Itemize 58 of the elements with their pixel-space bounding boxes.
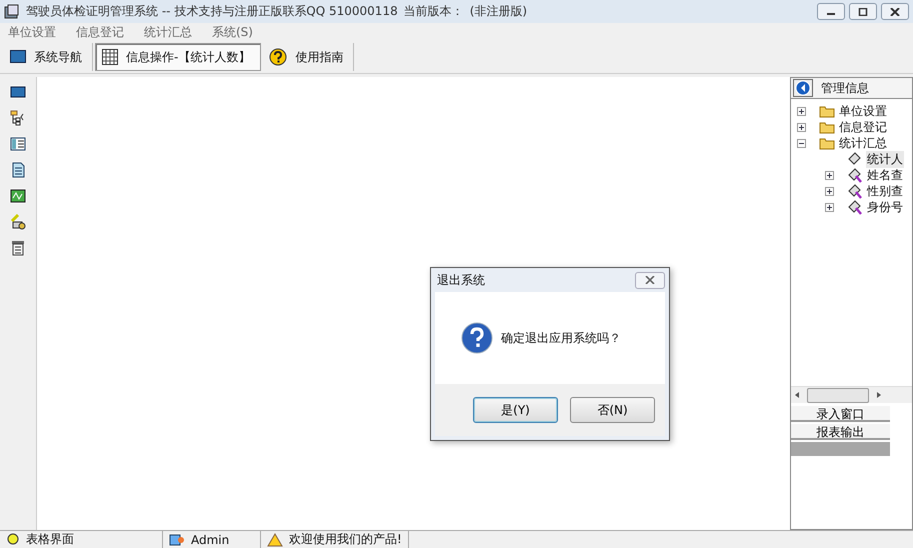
toolbar-button[interactable]: 信息操作-【统计人数】 [95,43,262,71]
toolbar-button[interactable]: 系统导航 [4,43,93,71]
close-button[interactable] [635,272,665,288]
status-text: 欢迎使用我们的产品! [289,531,402,548]
edit-tool-button[interactable] [9,211,27,232]
tree-item[interactable]: 姓名查 [866,166,904,184]
dialog-button[interactable]: 是(Y) [473,397,558,423]
close-icon [645,276,655,284]
user-icon [169,532,185,546]
maximize-button[interactable] [849,3,877,20]
maximize-icon [858,8,868,16]
dialog-button[interactable]: 否(N) [570,397,655,423]
version-label: 当前版本： [404,3,464,20]
lightbulb-icon [6,532,20,546]
grid-icon [102,49,118,65]
tree-item[interactable]: 统计汇总 [838,134,888,152]
app-icon [4,4,20,20]
panel-tab[interactable]: 录入窗口 [791,406,890,422]
tree-item[interactable]: 身份号 [866,198,904,216]
folder-icon [819,104,835,118]
menu-item[interactable]: 统计汇总 [144,24,192,40]
tree-item[interactable]: 统计人 [866,150,904,168]
panel-title: 管理信息 [821,80,869,96]
dialog-title: 退出系统 [437,272,485,288]
tree-item[interactable]: 性别查 [866,182,904,200]
window-title: 驾驶员体检证明管理系统 -- 技术支持与注册正版联系QQ 510000118 [26,3,398,20]
toolbar-button[interactable]: 使用指南 [263,43,354,71]
help-icon [269,48,288,66]
folder-icon [819,120,835,134]
warning-icon [267,532,283,546]
back-button[interactable] [793,79,813,97]
status-text: 表格界面 [26,531,74,548]
expand-icon[interactable] [797,122,806,132]
tree-item[interactable]: 信息登记 [838,118,888,136]
tree-item[interactable]: 单位设置 [838,102,888,120]
status-text: Admin [191,532,230,546]
expand-icon[interactable] [825,186,834,196]
window-icon [10,50,26,64]
panel-tab[interactable]: 报表输出 [791,424,890,440]
close-icon [890,8,900,16]
dialog-message: 确定退出应用系统吗？ [501,330,621,346]
horizontal-scrollbar[interactable] [791,386,912,403]
menu-item[interactable]: 信息登记 [76,24,124,40]
folder-icon [819,136,835,150]
key-icon [847,183,863,199]
collapse-icon[interactable] [797,138,806,148]
question-icon [461,322,493,354]
key-icon [847,199,863,215]
tag-icon [847,151,863,167]
menu-item[interactable]: 单位设置 [8,24,56,40]
menu-item[interactable]: 系统(S) [212,24,253,40]
expand-icon[interactable] [797,106,806,116]
expand-icon[interactable] [825,170,834,180]
minimize-button[interactable] [817,3,845,20]
close-button[interactable] [881,3,909,20]
version-value: (非注册版) [470,3,528,20]
expand-icon[interactable] [825,202,834,212]
key-icon [847,167,863,183]
